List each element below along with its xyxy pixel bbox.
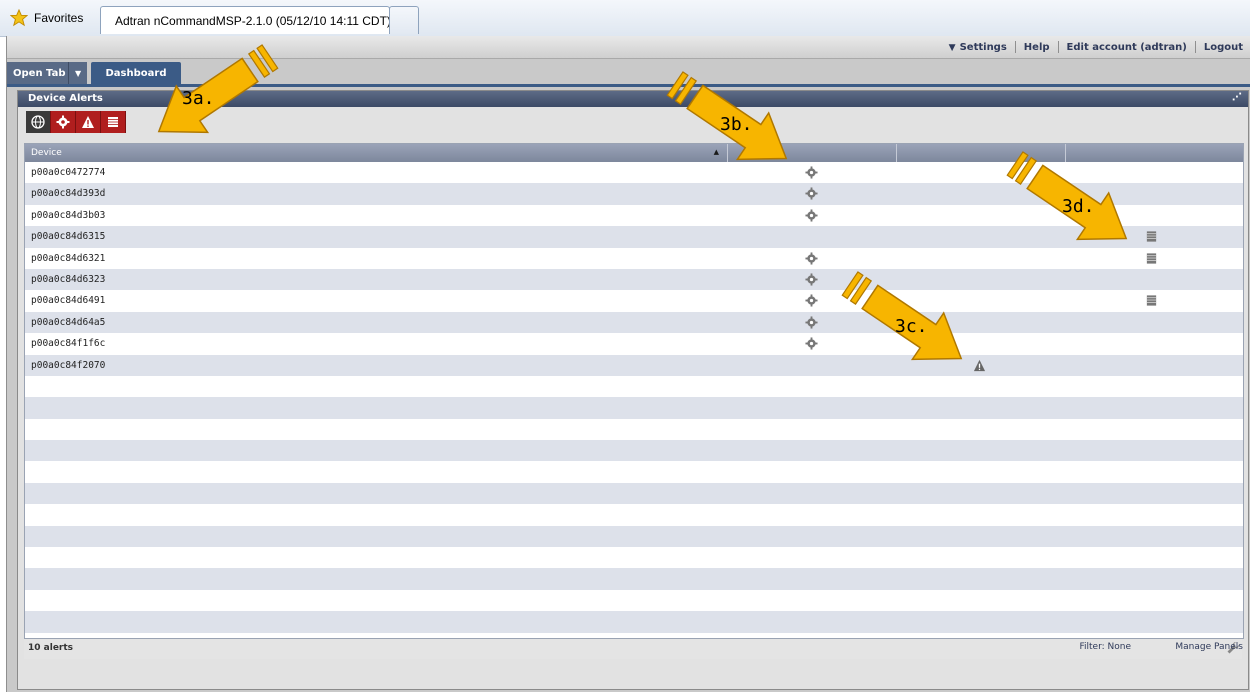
column-config[interactable]: [728, 144, 897, 162]
table-row[interactable]: p00a0c0472774: [25, 162, 1243, 184]
tab-dashboard[interactable]: Dashboard: [91, 62, 181, 84]
app-tabs: Open Tab ▼ Dashboard: [7, 62, 1250, 87]
nav-divider: [1014, 41, 1016, 53]
table-row: [25, 461, 1243, 483]
table-row: [25, 589, 1243, 612]
open-tab-label: Open Tab: [13, 67, 66, 79]
device-alerts-panel: Device Alerts ⋰ Device ▲ p00a0c0472774 p…: [17, 90, 1249, 690]
gear-icon: [805, 316, 818, 329]
gear-icon: [56, 115, 70, 129]
dropdown-arrow-icon[interactable]: ▼: [68, 62, 87, 84]
panel-menu-icon[interactable]: ⋰: [1232, 92, 1242, 103]
card-icon: [1146, 295, 1157, 306]
caret-down-icon: ▼: [948, 42, 956, 53]
table-row: [25, 525, 1243, 548]
filter-alarm-button[interactable]: [76, 111, 101, 133]
browser-tab-title: Adtran nCommandMSP-2.1.0 (05/12/10 14:11…: [115, 13, 391, 28]
new-tab-button[interactable]: [389, 6, 419, 34]
manage-panels-link[interactable]: Manage Panels: [1175, 642, 1243, 652]
table-row: [25, 504, 1243, 526]
help-link[interactable]: Help: [1024, 42, 1050, 53]
device-name: p00a0c84f2070: [31, 359, 106, 371]
table-header: Device ▲: [25, 144, 1243, 162]
favorites-label: Favorites: [34, 11, 84, 25]
browser-tab-active[interactable]: Adtran nCommandMSP-2.1.0 (05/12/10 14:11…: [100, 6, 391, 34]
table-row: [25, 568, 1243, 590]
column-device[interactable]: Device ▲: [25, 144, 728, 162]
settings-menu[interactable]: ▼ Settings: [949, 42, 1007, 53]
table-row: [25, 547, 1243, 569]
table-body: p00a0c0472774 p00a0c84d393d p00a0c84d3b03 p…: [25, 162, 1243, 633]
gear-icon: [805, 252, 818, 265]
device-name: p00a0c84f1f6c: [31, 338, 106, 350]
filter-config-button[interactable]: [51, 111, 76, 133]
device-name: p00a0c84d6315: [31, 231, 106, 243]
settings-label: Settings: [959, 41, 1007, 53]
table-row[interactable]: p00a0c84d393d: [25, 183, 1243, 205]
device-name: p00a0c84d6491: [31, 295, 106, 307]
table-row[interactable]: p00a0c84f1f6c: [25, 333, 1243, 355]
top-navigation: ▼ Settings Help Edit account (adtran) Log…: [7, 36, 1250, 59]
gear-icon: [805, 294, 818, 307]
gear-icon: [805, 273, 818, 286]
globe-icon: [31, 115, 45, 129]
table-row[interactable]: p00a0c84f2070: [25, 354, 1243, 376]
gear-icon: [805, 166, 818, 179]
device-name: p00a0c0472774: [31, 167, 106, 178]
warning-icon: [82, 116, 94, 128]
favorites-button[interactable]: Favorites: [10, 8, 83, 28]
card-icon: [1146, 252, 1157, 264]
table-row[interactable]: p00a0c84d6323: [25, 268, 1243, 291]
filter-all-button[interactable]: [26, 111, 51, 133]
table-row: [25, 418, 1243, 441]
table-row[interactable]: p00a0c84d6491: [25, 290, 1243, 312]
panel-title: Device Alerts: [28, 93, 103, 104]
table-row: [25, 482, 1243, 505]
card-icon: [1146, 231, 1157, 242]
status-bar: Filter: None Manage Panels: [7, 638, 1250, 654]
column-device-label: Device: [31, 148, 62, 158]
star-icon: [10, 9, 28, 27]
gear-icon: [805, 187, 818, 200]
table-row[interactable]: p00a0c84d6321: [25, 247, 1243, 269]
nav-divider: [1057, 41, 1059, 53]
device-name: p00a0c84d6321: [31, 252, 106, 264]
warning-icon: [973, 359, 986, 371]
panel-header: Device Alerts ⋰: [18, 91, 1248, 107]
column-alarm[interactable]: [897, 144, 1066, 162]
table-row: [25, 397, 1243, 419]
device-name: p00a0c84d6323: [31, 273, 106, 285]
filter-card-button[interactable]: [101, 111, 126, 133]
alert-filter-toolbar: [26, 111, 126, 133]
sort-ascending-icon: ▲: [713, 148, 719, 156]
open-tab-button[interactable]: Open Tab ▼: [7, 62, 87, 84]
nav-divider: [1194, 41, 1196, 53]
app-window: ▼ Settings Help Edit account (adtran) Log…: [6, 36, 1250, 692]
account-links: ▼ Settings Help Edit account (adtran) Log…: [949, 41, 1243, 53]
tab-underline: [7, 84, 1250, 87]
filter-status[interactable]: Filter: None: [1079, 642, 1131, 652]
table-row[interactable]: p00a0c84d3b03: [25, 204, 1243, 227]
table-row: [25, 440, 1243, 462]
table-row: [25, 611, 1243, 633]
gear-icon: [805, 337, 818, 350]
device-name: p00a0c84d393d: [31, 188, 106, 200]
edit-account-link[interactable]: Edit account (adtran): [1067, 42, 1187, 53]
table-row: [25, 375, 1243, 398]
table-row[interactable]: p00a0c84d6315: [25, 226, 1243, 248]
alerts-table: Device ▲ p00a0c0472774 p00a0c84d393d p00a0…: [24, 143, 1244, 639]
browser-favorites-bar: Favorites Adtran nCommandMSP-2.1.0 (05/1…: [0, 0, 1250, 37]
column-card[interactable]: [1066, 144, 1242, 162]
card-icon: [108, 117, 118, 127]
gear-icon: [805, 209, 818, 222]
logout-link[interactable]: Logout: [1204, 42, 1243, 53]
table-row[interactable]: p00a0c84d64a5: [25, 311, 1243, 334]
device-name: p00a0c84d64a5: [31, 316, 106, 328]
device-name: p00a0c84d3b03: [31, 209, 106, 221]
